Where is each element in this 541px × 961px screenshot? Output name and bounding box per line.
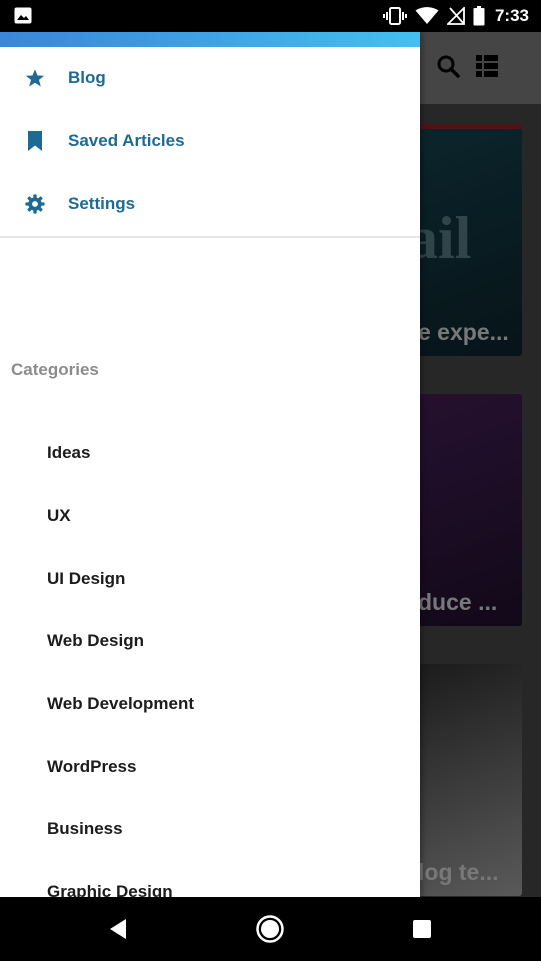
- category-label: Web Development: [47, 694, 195, 713]
- star-icon: [25, 68, 45, 88]
- nav-item-label: Blog: [68, 68, 106, 87]
- status-bar: 7:33: [0, 0, 541, 32]
- nav-item-label: Saved Articles: [68, 131, 185, 150]
- category-label: Graphic Design: [47, 882, 173, 897]
- category-item-ideas[interactable]: Ideas: [0, 429, 420, 479]
- nav-item-label: Settings: [68, 194, 136, 213]
- image-icon: [14, 7, 32, 24]
- category-label: Business: [47, 819, 123, 838]
- category-item-ux[interactable]: UX: [0, 492, 420, 542]
- category-label: UX: [47, 506, 71, 525]
- home-icon[interactable]: [254, 913, 286, 945]
- category-item-wordpress[interactable]: WordPress: [0, 743, 420, 793]
- drawer-accent-bar: [0, 32, 420, 47]
- back-icon[interactable]: [102, 913, 134, 945]
- category-item-web-development[interactable]: Web Development: [0, 680, 420, 730]
- category-label: Ideas: [47, 443, 91, 462]
- wifi-icon: [415, 7, 439, 24]
- nav-item-blog[interactable]: Blog: [0, 48, 420, 108]
- battery-icon: [473, 6, 485, 26]
- clock: 7:33: [494, 6, 529, 25]
- categories-header: Categories: [11, 360, 99, 379]
- category-item-business[interactable]: Business: [0, 805, 420, 855]
- category-label: UI Design: [47, 569, 126, 588]
- category-label: WordPress: [47, 757, 137, 776]
- category-label: Web Design: [47, 631, 144, 650]
- system-nav-bar: [0, 897, 541, 961]
- category-item-graphic-design[interactable]: Graphic Design: [0, 868, 420, 897]
- bookmark-icon: [25, 131, 45, 151]
- no-signal-icon: [446, 7, 465, 25]
- gear-icon: [25, 194, 45, 214]
- category-item-ui-design[interactable]: UI Design: [0, 555, 420, 605]
- drawer-divider: [0, 236, 420, 238]
- category-item-web-design[interactable]: Web Design: [0, 617, 420, 667]
- nav-item-saved-articles[interactable]: Saved Articles: [0, 111, 420, 171]
- nav-item-settings[interactable]: Settings: [0, 174, 420, 234]
- recents-icon[interactable]: [406, 913, 438, 945]
- vibrate-icon: [382, 7, 407, 25]
- navigation-drawer: Blog Saved Articles Settings Categories …: [0, 32, 420, 897]
